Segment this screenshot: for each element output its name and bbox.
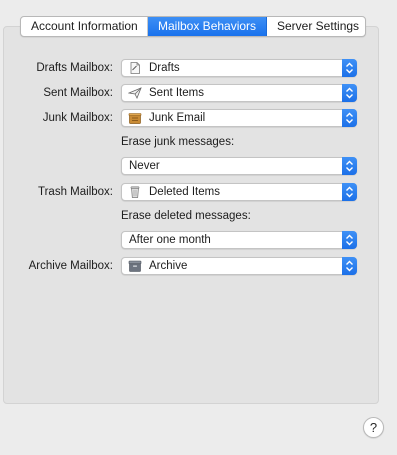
popup-arrows-icon <box>342 231 357 249</box>
tab-bar: Account Information Mailbox Behaviors Se… <box>20 16 366 37</box>
junk-mailbox-value: Junk Email <box>149 112 206 124</box>
erase-junk-label: Erase junk messages: <box>121 136 235 148</box>
drafts-mailbox-popup[interactable]: Drafts <box>121 59 357 77</box>
junk-bin-icon <box>128 112 142 124</box>
drafts-mailbox-label: Drafts Mailbox: <box>36 62 113 74</box>
erase-deleted-label: Erase deleted messages: <box>121 210 251 222</box>
popup-arrows-icon <box>342 183 357 201</box>
erase-junk-popup[interactable]: Never <box>121 157 357 175</box>
archive-mailbox-popup[interactable]: Archive <box>121 257 357 275</box>
trash-mailbox-label: Trash Mailbox: <box>38 186 113 198</box>
popup-arrows-icon <box>342 157 357 175</box>
trash-mailbox-value: Deleted Items <box>149 186 220 198</box>
help-button[interactable]: ? <box>363 417 384 438</box>
erase-junk-value: Never <box>129 160 160 172</box>
erase-deleted-value: After one month <box>129 234 211 246</box>
junk-mailbox-label: Junk Mailbox: <box>42 112 113 124</box>
sent-mailbox-value: Sent Items <box>149 87 204 99</box>
popup-arrows-icon <box>342 257 357 275</box>
popup-arrows-icon <box>342 84 357 102</box>
archive-box-icon <box>128 260 142 272</box>
paper-plane-icon <box>127 87 142 99</box>
document-icon <box>128 62 142 74</box>
archive-mailbox-label: Archive Mailbox: <box>28 260 113 272</box>
help-icon: ? <box>369 420 378 435</box>
tab-server-settings[interactable]: Server Settings <box>267 17 365 36</box>
erase-deleted-popup[interactable]: After one month <box>121 231 357 249</box>
tab-account-information[interactable]: Account Information <box>21 17 148 36</box>
popup-arrows-icon <box>342 59 357 77</box>
trash-mailbox-popup[interactable]: Deleted Items <box>121 183 357 201</box>
sent-mailbox-label: Sent Mailbox: <box>43 87 113 99</box>
tab-mailbox-behaviors[interactable]: Mailbox Behaviors <box>148 17 267 36</box>
trash-can-icon <box>128 186 142 198</box>
popup-arrows-icon <box>342 109 357 127</box>
drafts-mailbox-value: Drafts <box>149 62 180 74</box>
archive-mailbox-value: Archive <box>149 260 188 272</box>
junk-mailbox-popup[interactable]: Junk Email <box>121 109 357 127</box>
sent-mailbox-popup[interactable]: Sent Items <box>121 84 357 102</box>
